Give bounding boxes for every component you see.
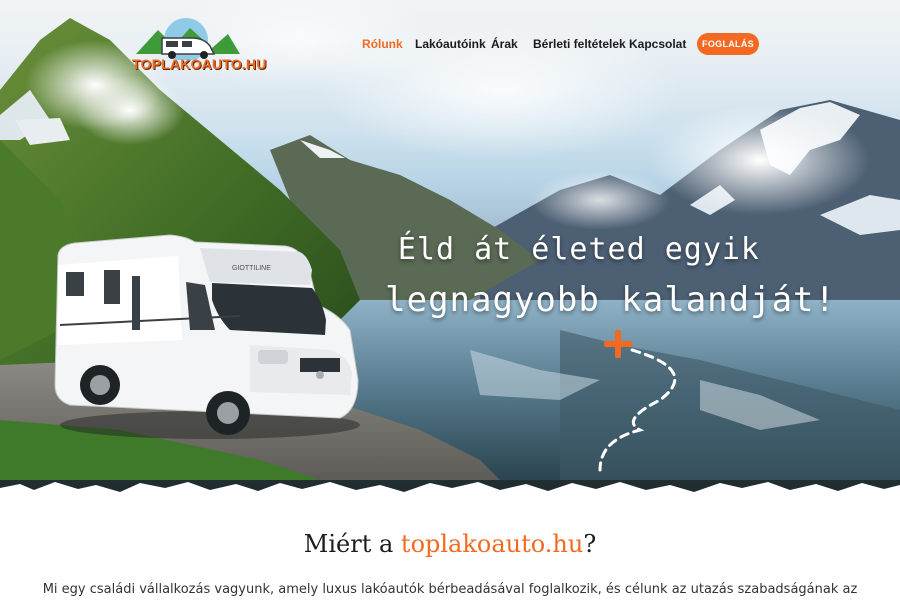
hero-headline-line1: Éld át életed egyik xyxy=(397,232,760,267)
nav-item-kapcsolat[interactable]: Kapcsolat xyxy=(629,37,686,51)
about-title-prefix: Miért a xyxy=(303,530,401,558)
about-title-suffix: ? xyxy=(583,530,597,558)
nav-item-rolunk[interactable]: Rólunk xyxy=(362,37,403,51)
booking-button[interactable]: FOGLALÁS xyxy=(697,33,759,55)
nav-item-lakoautoink[interactable]: Lakóautóink xyxy=(415,37,486,51)
about-title: Miért a toplakoauto.hu? xyxy=(0,530,900,558)
hero-banner: GIOTTILINE Éld át életed egyik legnagyob… xyxy=(0,0,900,495)
torn-paper-divider xyxy=(0,482,900,510)
plus-icon xyxy=(604,330,632,358)
about-title-accent: toplakoauto.hu xyxy=(400,530,584,558)
nav-item-arak[interactable]: Árak xyxy=(491,37,518,51)
hero-headline-line2: legnagyobb kalandját! xyxy=(385,280,836,320)
about-intro-text: Mi egy családi vállalkozás vagyunk, amel… xyxy=(42,582,858,597)
main-nav: Rólunk Lakóautóink Árak Bérleti feltétel… xyxy=(0,32,900,56)
brand-name: TOPLAKOAUTO.HU xyxy=(132,56,267,72)
nav-item-berleti-feltetelek[interactable]: Bérleti feltételek xyxy=(533,37,626,51)
